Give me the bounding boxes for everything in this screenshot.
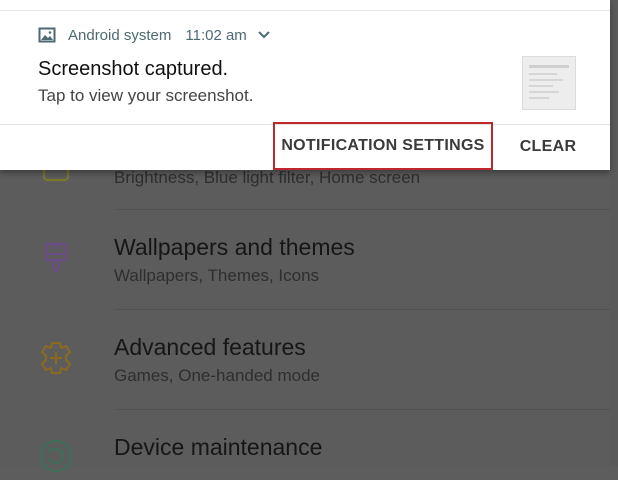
clear-button[interactable]: CLEAR [512,124,584,170]
settings-item-device-maintenance[interactable]: Device maintenance [0,420,618,480]
scroll-edge [610,0,618,467]
refresh-circle-icon [39,439,73,473]
settings-item-subtitle: Games, One-handed mode [114,366,321,385]
divider [114,309,618,310]
notification-text: Tap to view your screenshot. [38,86,254,105]
settings-item-subtitle: Brightness, Blue light filter, Home scre… [114,168,421,187]
notification-time: 11:02 am [185,26,247,44]
notification-app-name: Android system [68,26,172,44]
settings-item-advanced-features[interactable]: Advanced features Games, One-handed mode [0,320,618,400]
gear-plus-icon [41,342,71,374]
settings-item-title: Advanced features [114,334,306,360]
settings-item-title: Wallpapers and themes [114,234,355,260]
notification-title: Screenshot captured. [38,58,229,80]
chevron-down-icon[interactable] [257,30,271,40]
settings-item-title: Device maintenance [114,434,323,460]
notification-header: Android system 11:02 am [38,24,271,46]
divider [0,10,610,11]
screenshot-notification[interactable]: Android system 11:02 am Screenshot captu… [0,0,610,170]
settings-item-subtitle: Wallpapers, Themes, Icons [114,266,320,285]
screenshot-thumbnail[interactable] [522,56,576,110]
divider [114,209,618,210]
divider [114,409,618,410]
paintbrush-icon [44,242,68,273]
notification-settings-button[interactable]: NOTIFICATION SETTINGS [273,122,493,170]
settings-item-wallpapers[interactable]: Wallpapers and themes Wallpapers, Themes… [0,220,618,300]
thumbnail-image [529,65,569,99]
image-icon [38,27,56,43]
